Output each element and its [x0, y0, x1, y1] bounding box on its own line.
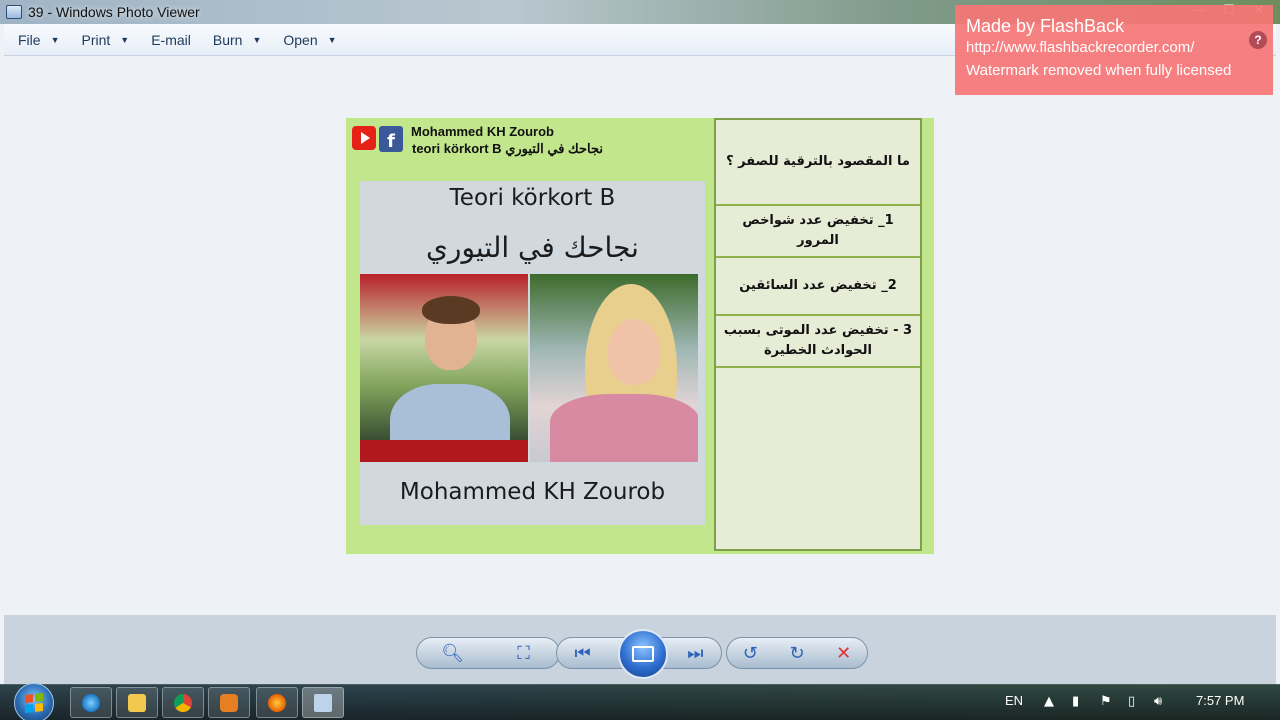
card-footer-name: Mohammed KH Zourob	[399, 479, 666, 505]
chrome-icon	[174, 693, 192, 712]
next-icon[interactable]: ⏭	[680, 643, 710, 664]
card-arabic-title: نجاحك في التيوري	[426, 231, 639, 264]
actual-size-icon[interactable]: ⛶	[509, 643, 539, 664]
clock-time[interactable]: 7:57 PM	[1196, 693, 1244, 708]
magnifier-icon[interactable]: 🔍︎	[438, 643, 468, 664]
action-center-flag-icon[interactable]: ⚑	[1100, 694, 1112, 709]
flashback-watermark: Made by FlashBack http://www.flashbackre…	[955, 5, 1273, 95]
taskbar: EN ▲ ▮ ⚑ ▯ 🔊︎ 7:57 PM	[0, 683, 1280, 720]
facebook-icon: f	[379, 126, 403, 152]
menu-open-label: Open	[283, 31, 318, 48]
taskbar-firefox[interactable]	[256, 687, 298, 718]
menu-open[interactable]: Open ▼	[283, 32, 336, 48]
menu-email[interactable]: E-mail	[151, 32, 191, 48]
quiz-answer-2: 2_ تخفيض عدد السائقين	[716, 258, 920, 316]
taskbar-internet-explorer[interactable]	[70, 687, 112, 718]
watermark-title: Made by FlashBack	[966, 16, 1125, 36]
media-player-icon	[220, 693, 238, 712]
zoom-controls: 🔍︎ ⛶	[416, 637, 560, 669]
chevron-down-icon: ▼	[50, 34, 60, 45]
quiz-question: ما المقصود بالترقية للصفر ؟	[716, 120, 920, 206]
edit-controls: ↺ ↻ ✕	[726, 637, 868, 669]
firefox-icon	[268, 693, 286, 712]
help-icon[interactable]: ?	[1249, 31, 1267, 49]
quiz-answer-1: 1_ تخفيض عدد شواخص المرور	[716, 206, 920, 258]
rotate-counterclockwise-icon[interactable]: ↺	[735, 643, 765, 664]
windows-logo-icon	[25, 693, 43, 713]
menu-email-label: E-mail	[151, 31, 191, 48]
network-icon[interactable]: ▮	[1072, 694, 1079, 709]
watermark-note: Watermark removed when fully licensed	[966, 62, 1232, 79]
menu-print-label: Print	[81, 31, 111, 48]
chevron-down-icon: ▼	[327, 34, 337, 45]
taskbar-file-explorer[interactable]	[116, 687, 158, 718]
watermark-url[interactable]: http://www.flashbackrecorder.com/	[966, 37, 1263, 59]
slideshow-button[interactable]	[618, 629, 668, 679]
language-indicator[interactable]: EN	[1005, 693, 1023, 708]
previous-icon[interactable]: ⏮	[568, 643, 598, 664]
window-title: 39 - Windows Photo Viewer	[28, 4, 200, 20]
taskbar-photo-viewer[interactable]	[302, 687, 344, 718]
quiz-panel: ما المقصود بالترقية للصفر ؟ 1_ تخفيض عدد…	[714, 118, 922, 551]
menu-file[interactable]: File ▼	[18, 32, 59, 48]
photo-viewer-app-icon	[6, 5, 22, 19]
show-hidden-icons-icon[interactable]: ▲	[1044, 694, 1054, 709]
displayed-photo: f Mohammed KH Zourob teori körkort B نجا…	[346, 118, 934, 554]
rotate-clockwise-icon[interactable]: ↻	[782, 643, 812, 664]
folder-icon	[128, 693, 146, 712]
photo-left-panel: f Mohammed KH Zourob teori körkort B نجا…	[346, 118, 714, 554]
channel-name: Mohammed KH Zourob	[411, 124, 554, 139]
taskbar-chrome[interactable]	[162, 687, 204, 718]
delete-icon[interactable]: ✕	[829, 643, 859, 664]
young-woman-photo	[530, 274, 698, 462]
power-icon[interactable]: ▯	[1128, 694, 1135, 709]
channel-subtitle: teori körkort B نجاحك في التيوري	[412, 141, 604, 156]
menu-file-label: File	[18, 31, 41, 48]
social-icons: f	[352, 126, 403, 152]
taskbar-media-player[interactable]	[208, 687, 250, 718]
quiz-answer-3: 3 - تخفيض عدد الموتى بسبب الحوادث الخطير…	[716, 316, 920, 368]
photo-viewer-window: 39 - Windows Photo Viewer — ☐ ✕ File ▼ P…	[0, 0, 1280, 684]
volume-icon[interactable]: 🔊︎	[1154, 694, 1162, 709]
menu-burn[interactable]: Burn ▼	[213, 32, 262, 48]
slideshow-icon	[632, 646, 654, 662]
menu-burn-label: Burn	[212, 31, 243, 48]
promo-card: Teori körkort B نجاحك في التيوري Mohamme…	[360, 181, 705, 525]
chevron-down-icon: ▼	[252, 34, 262, 45]
internet-explorer-icon	[82, 693, 100, 712]
youtube-icon	[352, 126, 376, 150]
young-man-photo	[360, 274, 528, 462]
viewer-control-bar: 🔍︎ ⛶ ⏮ ⏭ ↺ ↻ ✕	[4, 615, 1276, 684]
menu-print[interactable]: Print ▼	[81, 32, 129, 48]
photo-viewer-icon	[314, 693, 332, 712]
card-title: Teori körkort B	[449, 185, 616, 211]
chevron-down-icon: ▼	[120, 34, 130, 45]
start-button[interactable]	[14, 683, 54, 720]
